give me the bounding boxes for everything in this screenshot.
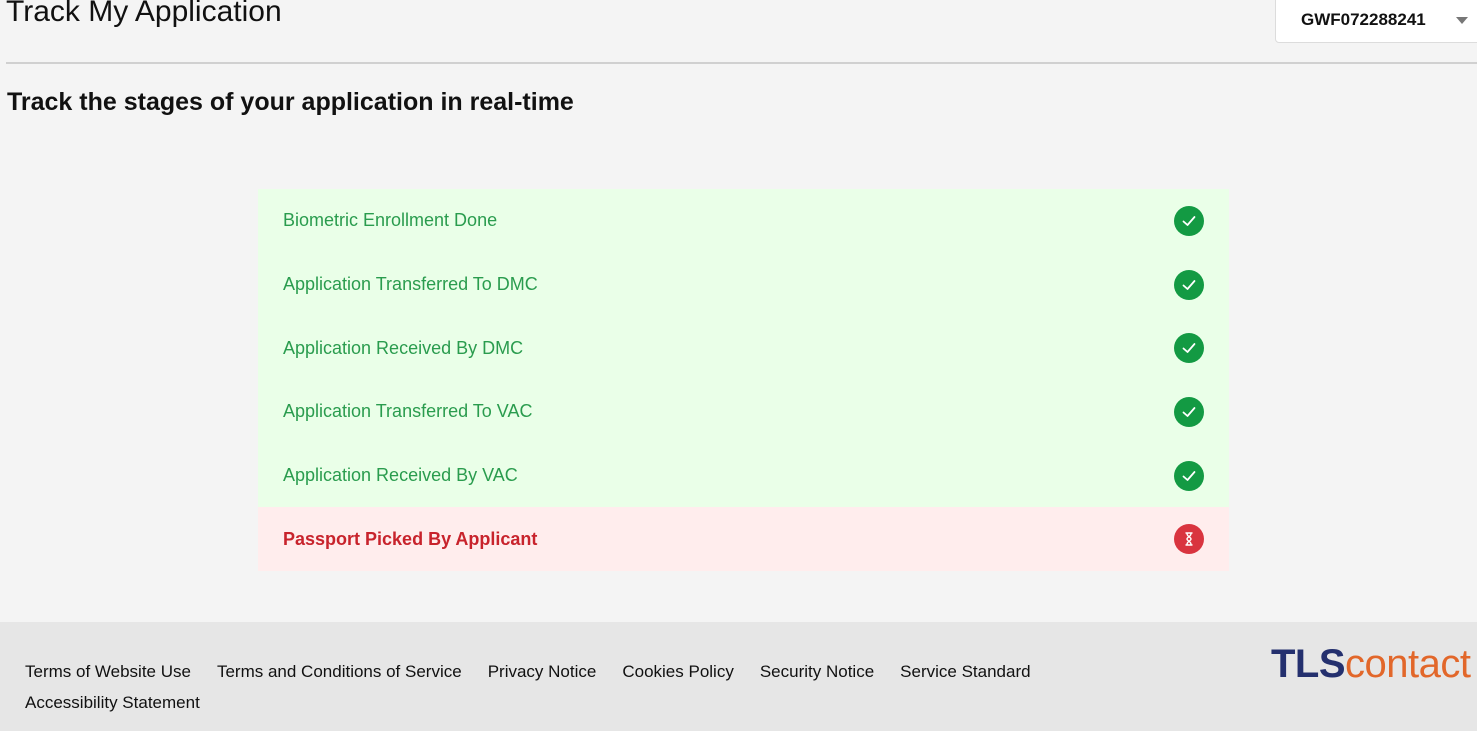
- footer-links: Terms of Website Use Terms and Condition…: [25, 662, 1085, 712]
- stage-label: Biometric Enrollment Done: [283, 210, 498, 231]
- page-title: Track My Application: [6, 0, 282, 28]
- stage-item: Passport Picked By Applicant: [258, 507, 1229, 572]
- header-divider: [6, 62, 1477, 64]
- chevron-down-icon: [1456, 17, 1468, 24]
- tlscontact-logo[interactable]: TLScontact: [1271, 642, 1471, 686]
- stage-label: Application Transferred To DMC: [283, 274, 538, 295]
- logo-part-contact: contact: [1345, 642, 1471, 686]
- check-icon: [1174, 460, 1204, 491]
- application-select-value: GWF072288241: [1301, 9, 1426, 29]
- footer-link-security-notice[interactable]: Security Notice: [760, 662, 874, 681]
- footer-link-accessibility-statement[interactable]: Accessibility Statement: [25, 693, 200, 712]
- application-select[interactable]: GWF072288241: [1275, 0, 1477, 43]
- stage-label: Passport Picked By Applicant: [283, 528, 538, 549]
- check-icon: [1174, 205, 1204, 236]
- stage-label: Application Received By DMC: [283, 337, 524, 358]
- logo-part-tls: TLS: [1271, 642, 1346, 686]
- stage-item: Application Transferred To DMC: [258, 252, 1229, 317]
- stage-label: Application Transferred To VAC: [283, 401, 533, 422]
- footer-link-cookies-policy[interactable]: Cookies Policy: [622, 662, 734, 681]
- stage-label: Application Received By VAC: [283, 465, 518, 486]
- footer-link-terms-of-website-use[interactable]: Terms of Website Use: [25, 662, 191, 681]
- check-icon: [1174, 396, 1204, 427]
- stage-item: Application Transferred To VAC: [258, 380, 1229, 444]
- hourglass-icon: [1174, 524, 1204, 555]
- page-subtitle: Track the stages of your application in …: [7, 88, 574, 116]
- check-icon: [1174, 269, 1204, 300]
- stage-list: Biometric Enrollment Done Application Tr…: [258, 189, 1229, 572]
- check-icon: [1174, 333, 1204, 364]
- footer-link-terms-and-conditions[interactable]: Terms and Conditions of Service: [217, 662, 462, 681]
- footer-link-service-standard[interactable]: Service Standard: [900, 662, 1030, 681]
- footer-link-privacy-notice[interactable]: Privacy Notice: [488, 662, 597, 681]
- stage-item: Biometric Enrollment Done: [258, 189, 1229, 253]
- stage-item: Application Received By DMC: [258, 316, 1229, 381]
- footer: Terms of Website Use Terms and Condition…: [0, 622, 1477, 731]
- stage-item: Application Received By VAC: [258, 443, 1229, 508]
